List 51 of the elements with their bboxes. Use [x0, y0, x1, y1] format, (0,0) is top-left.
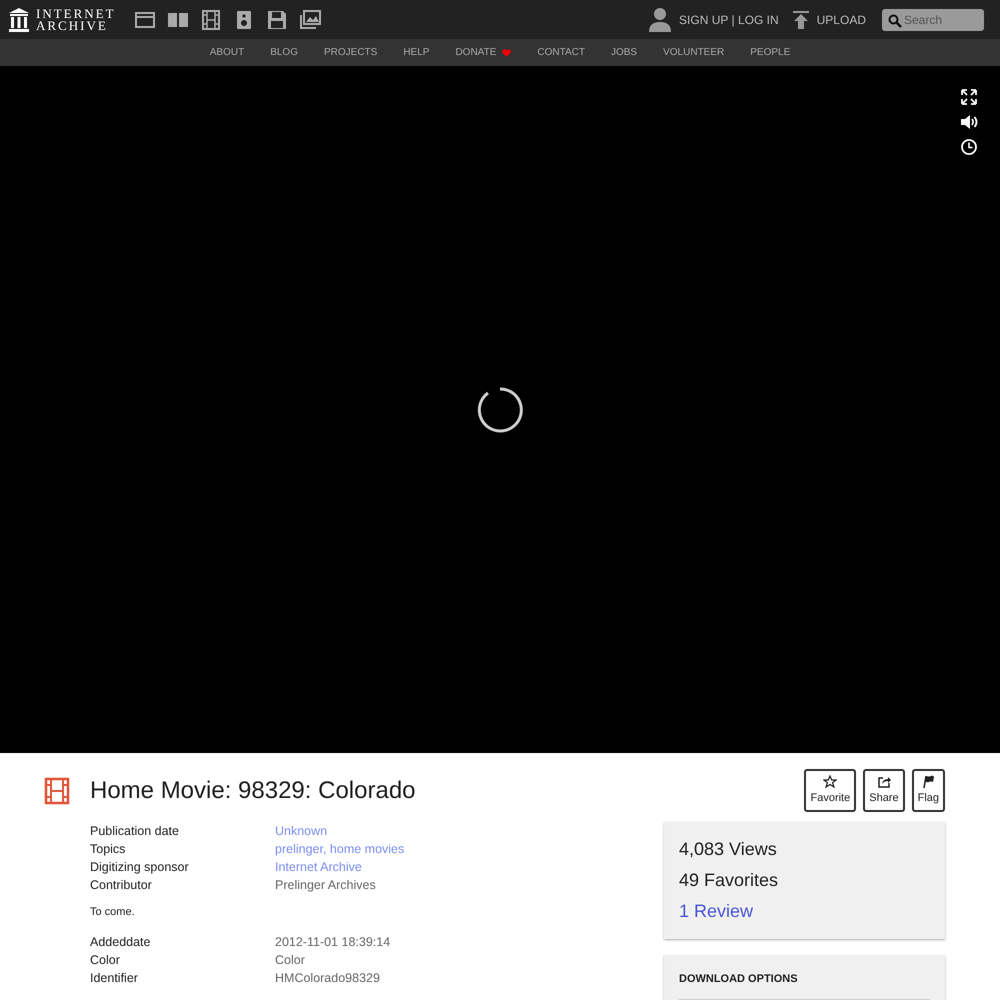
metadata-link[interactable]: Unknown	[275, 824, 328, 838]
nav-link[interactable]: PROJECTS	[310, 47, 390, 58]
upload-link[interactable]: UPLOAD	[816, 12, 866, 26]
item-title: Home Movie: 98329: Colorado	[90, 776, 417, 804]
flag-icon	[921, 775, 936, 789]
logo-text[interactable]: INTERNET	[36, 8, 116, 20]
star-button[interactable]: Favorite	[804, 769, 856, 812]
flag-button[interactable]: Flag	[912, 769, 945, 812]
search-field[interactable]: Search	[882, 8, 984, 30]
metadata-value: 2012-11-01 18:39:14	[275, 935, 390, 949]
temple-logo-icon[interactable]	[8, 8, 30, 32]
film-icon[interactable]	[200, 8, 222, 30]
stat-count: 4,083 Views	[679, 838, 778, 861]
nav-link[interactable]: JOBS	[598, 47, 650, 58]
metadata-link[interactable]: home movies	[330, 842, 404, 856]
metadata-label: Identifier	[90, 970, 139, 987]
nav-link[interactable]: HELP	[390, 47, 442, 58]
metadata-value: HMColorado98329	[275, 971, 380, 985]
nav-link[interactable]: VOLUNTEER	[650, 47, 738, 58]
reviews-link[interactable]: 1 Review	[679, 896, 930, 927]
description-text: To come.	[90, 906, 136, 918]
metadata-label: Digitizing sponsor	[90, 859, 190, 876]
logo-text[interactable]: ARCHIVE	[36, 20, 116, 32]
nav-link[interactable]: CONTACT	[524, 47, 598, 58]
metadata-label: Color	[90, 952, 121, 969]
upload-icon	[792, 10, 809, 28]
user-icon	[649, 8, 672, 32]
metadata-link[interactable]: prelinger,	[275, 842, 326, 856]
film-icon	[44, 776, 70, 804]
search-icon	[888, 14, 902, 28]
nav-link[interactable]: ABOUT	[196, 47, 258, 58]
share-icon	[876, 775, 891, 789]
metadata-link[interactable]: Internet Archive	[275, 860, 362, 874]
stat-count: 49 Favorites	[679, 869, 780, 892]
pictures-icon[interactable]	[298, 8, 321, 30]
star-icon	[823, 775, 838, 789]
metadata-label: Topics	[90, 841, 126, 858]
clock-icon[interactable]	[960, 138, 978, 156]
volume-icon[interactable]	[960, 113, 978, 131]
metadata-label: Addeddate	[90, 934, 152, 951]
nav-link[interactable]: DONATE	[442, 47, 524, 58]
share-button[interactable]: Share	[863, 769, 905, 812]
fullscreen-icon[interactable]	[960, 88, 978, 106]
metadata-label: Publication date	[90, 823, 180, 840]
metadata-value: Color	[275, 953, 305, 967]
metadata-value: Prelinger Archives	[275, 878, 376, 892]
metadata-label: Contributor	[90, 877, 153, 894]
download-options-heading: DOWNLOAD OPTIONS	[679, 967, 930, 1000]
sign-up-log-in-link[interactable]: SIGN UP | LOG IN	[679, 12, 779, 26]
nav-link[interactable]: PEOPLE	[737, 47, 804, 58]
nav-link[interactable]: BLOG	[257, 47, 311, 58]
